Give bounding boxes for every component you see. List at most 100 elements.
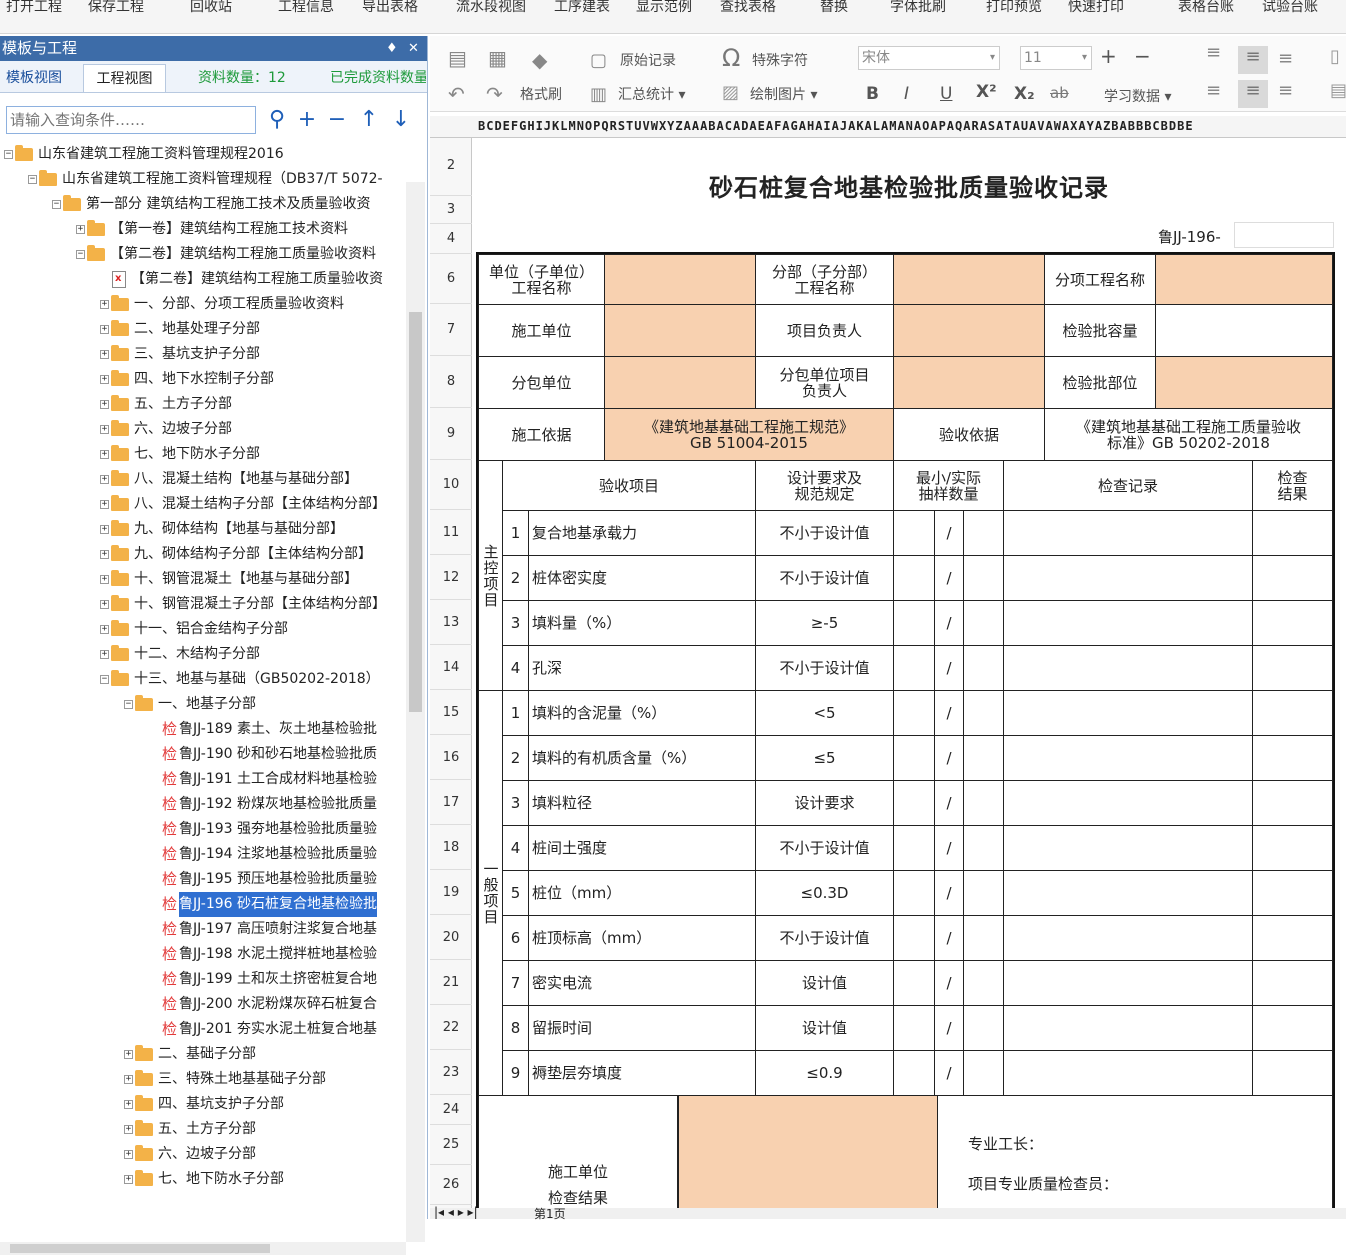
font-select[interactable]: 宋体 ▾ bbox=[858, 46, 1000, 70]
add-icon[interactable]: + bbox=[294, 106, 320, 134]
tree-item[interactable]: 检鲁JJ-192 粉煤灰地基检验批质量 bbox=[150, 792, 377, 817]
expand-icon[interactable]: + bbox=[124, 1100, 133, 1109]
sheet-tab-page1[interactable]: 第1页 bbox=[534, 1205, 566, 1222]
check-record[interactable] bbox=[1003, 510, 1253, 556]
menu-item[interactable]: 字体批刷 bbox=[890, 0, 946, 16]
tree-item[interactable]: 检鲁JJ-196 砂石桩复合地基检验批 bbox=[150, 892, 377, 917]
basis-value[interactable]: 《建筑地基基础工程施工规范》 GB 51004-2015 bbox=[604, 408, 894, 461]
format-brush-button[interactable]: 格式刷 bbox=[520, 84, 562, 104]
tree-item[interactable]: − 山东省建筑工程施工资料管理规程2016 bbox=[4, 142, 284, 167]
tree-item[interactable]: + 九、砌体结构【地基与基础分部】 bbox=[100, 517, 344, 542]
tree-item[interactable]: + 六、边坡子分部 bbox=[100, 417, 232, 442]
tree-item[interactable]: 检鲁JJ-201 夯实水泥土桩复合地基 bbox=[150, 1017, 377, 1042]
move-up-icon[interactable]: ↑ bbox=[356, 106, 382, 134]
input-item-name[interactable] bbox=[1155, 254, 1333, 305]
check-result[interactable] bbox=[1252, 870, 1333, 916]
expand-icon[interactable]: + bbox=[124, 1175, 133, 1184]
tree-item[interactable]: − 第一部分 建筑结构工程施工技术及质量验收资 bbox=[52, 192, 370, 217]
paste-icon[interactable]: ▦ bbox=[488, 46, 507, 70]
check-record[interactable] bbox=[1003, 1050, 1253, 1096]
redo-icon[interactable]: ↷ bbox=[486, 82, 503, 106]
sample-min[interactable] bbox=[893, 555, 935, 601]
expand-icon[interactable]: + bbox=[100, 450, 109, 459]
input-batch-location[interactable] bbox=[1155, 356, 1333, 409]
tree-item[interactable]: 检鲁JJ-191 土工合成材料地基检验 bbox=[150, 767, 377, 792]
row-number[interactable]: 15 bbox=[430, 690, 472, 735]
tree-item[interactable]: + 四、地下水控制子分部 bbox=[100, 367, 274, 392]
check-record[interactable] bbox=[1003, 735, 1253, 781]
tree-item[interactable]: 检鲁JJ-200 水泥粉煤灰碎石桩复合 bbox=[150, 992, 377, 1017]
tree-item[interactable]: 检鲁JJ-189 素土、灰土地基检验批 bbox=[150, 717, 377, 742]
expand-icon[interactable]: + bbox=[100, 475, 109, 484]
sample-actual[interactable] bbox=[963, 510, 1004, 556]
collapse-icon[interactable]: − bbox=[52, 200, 61, 209]
tree-item[interactable]: + 三、基坑支护子分部 bbox=[100, 342, 260, 367]
sample-min[interactable] bbox=[893, 690, 935, 736]
border-icon[interactable]: ▯ bbox=[1330, 46, 1340, 67]
search-input[interactable] bbox=[6, 106, 256, 134]
tab-project-view[interactable]: 工程视图 bbox=[83, 64, 166, 92]
tree-item[interactable]: + 七、地下防水子分部 bbox=[100, 442, 260, 467]
collapse-icon[interactable]: − bbox=[4, 150, 13, 159]
subscript-button[interactable]: X₂ bbox=[1014, 84, 1035, 104]
sample-min[interactable] bbox=[893, 915, 935, 961]
accept-basis-value[interactable]: 《建筑地基基础工程施工质量验收 标准》GB 50202-2018 bbox=[1044, 408, 1333, 461]
check-result[interactable] bbox=[1252, 915, 1333, 961]
tree-item[interactable]: 检鲁JJ-193 强夯地基检验批质量验 bbox=[150, 817, 377, 842]
tree-item[interactable]: − 一、地基子分部 bbox=[124, 692, 256, 717]
decrease-font-button[interactable]: − bbox=[1134, 44, 1151, 68]
menu-item[interactable]: 替换 bbox=[820, 0, 848, 16]
expand-icon[interactable]: + bbox=[100, 400, 109, 409]
input-pm[interactable] bbox=[893, 304, 1045, 357]
menu-item[interactable]: 保存工程 bbox=[88, 0, 144, 16]
expand-icon[interactable]: + bbox=[100, 500, 109, 509]
tree-item[interactable]: + 十、钢管混凝土【地基与基础分部】 bbox=[100, 567, 358, 592]
row-number[interactable]: 21 bbox=[430, 960, 472, 1005]
sample-min[interactable] bbox=[893, 735, 935, 781]
check-record[interactable] bbox=[1003, 870, 1253, 916]
italic-button[interactable]: I bbox=[904, 84, 909, 104]
move-down-icon[interactable]: ↓ bbox=[388, 106, 414, 134]
expand-icon[interactable]: + bbox=[100, 650, 109, 659]
tree-item[interactable]: + 九、砌体结构子分部【主体结构分部】 bbox=[100, 542, 372, 567]
underline-button[interactable]: U bbox=[940, 84, 952, 104]
sample-actual[interactable] bbox=[963, 780, 1004, 826]
menu-item[interactable]: 打开工程 bbox=[6, 0, 62, 16]
tree-item[interactable]: + 二、地基处理子分部 bbox=[100, 317, 260, 342]
check-record[interactable] bbox=[1003, 645, 1253, 691]
expand-icon[interactable]: + bbox=[124, 1075, 133, 1084]
row-number[interactable]: 11 bbox=[430, 510, 472, 555]
expand-icon[interactable]: + bbox=[124, 1050, 133, 1059]
sample-min[interactable] bbox=[893, 1005, 935, 1051]
expand-icon[interactable]: + bbox=[100, 375, 109, 384]
learn-data-button[interactable]: 学习数据 ▾ bbox=[1104, 86, 1171, 106]
tree-item[interactable]: + 五、土方子分部 bbox=[100, 392, 232, 417]
check-result[interactable] bbox=[1252, 645, 1333, 691]
row-number[interactable]: 24 bbox=[430, 1095, 472, 1125]
superscript-button[interactable]: X² bbox=[976, 82, 997, 102]
tree-item[interactable]: 检鲁JJ-199 土和灰土挤密桩复合地 bbox=[150, 967, 377, 992]
tree-item[interactable]: 【第二卷】建筑结构工程施工质量验收资 bbox=[100, 267, 383, 292]
close-icon[interactable]: ✕ bbox=[408, 36, 419, 61]
check-result[interactable] bbox=[1252, 825, 1333, 871]
menu-item[interactable]: 显示范例 bbox=[636, 0, 692, 16]
sample-actual[interactable] bbox=[963, 555, 1004, 601]
font-size-select[interactable]: 11 ▾ bbox=[1020, 46, 1092, 70]
strikethrough-button[interactable]: ab bbox=[1050, 84, 1069, 102]
row-number[interactable]: 22 bbox=[430, 1005, 472, 1050]
row-number[interactable]: 25 bbox=[430, 1125, 472, 1165]
sample-actual[interactable] bbox=[963, 1005, 1004, 1051]
menu-item[interactable]: 工程信息 bbox=[278, 0, 334, 16]
check-record[interactable] bbox=[1003, 780, 1253, 826]
tree-horizontal-scrollbar[interactable] bbox=[0, 1242, 406, 1255]
row-number[interactable]: 14 bbox=[430, 645, 472, 690]
collapse-icon[interactable]: − bbox=[28, 175, 37, 184]
check-record[interactable] bbox=[1003, 555, 1253, 601]
expand-icon[interactable]: + bbox=[100, 575, 109, 584]
input-subcontractor[interactable] bbox=[604, 356, 756, 409]
tree-item[interactable]: 检鲁JJ-198 水泥土搅拌桩地基检验 bbox=[150, 942, 377, 967]
tree-item[interactable]: − 山东省建筑工程施工资料管理规程（DB37/T 5072- bbox=[28, 167, 383, 192]
row-number[interactable]: 4 bbox=[430, 224, 472, 254]
check-result[interactable] bbox=[1252, 555, 1333, 601]
expand-icon[interactable]: + bbox=[124, 1150, 133, 1159]
